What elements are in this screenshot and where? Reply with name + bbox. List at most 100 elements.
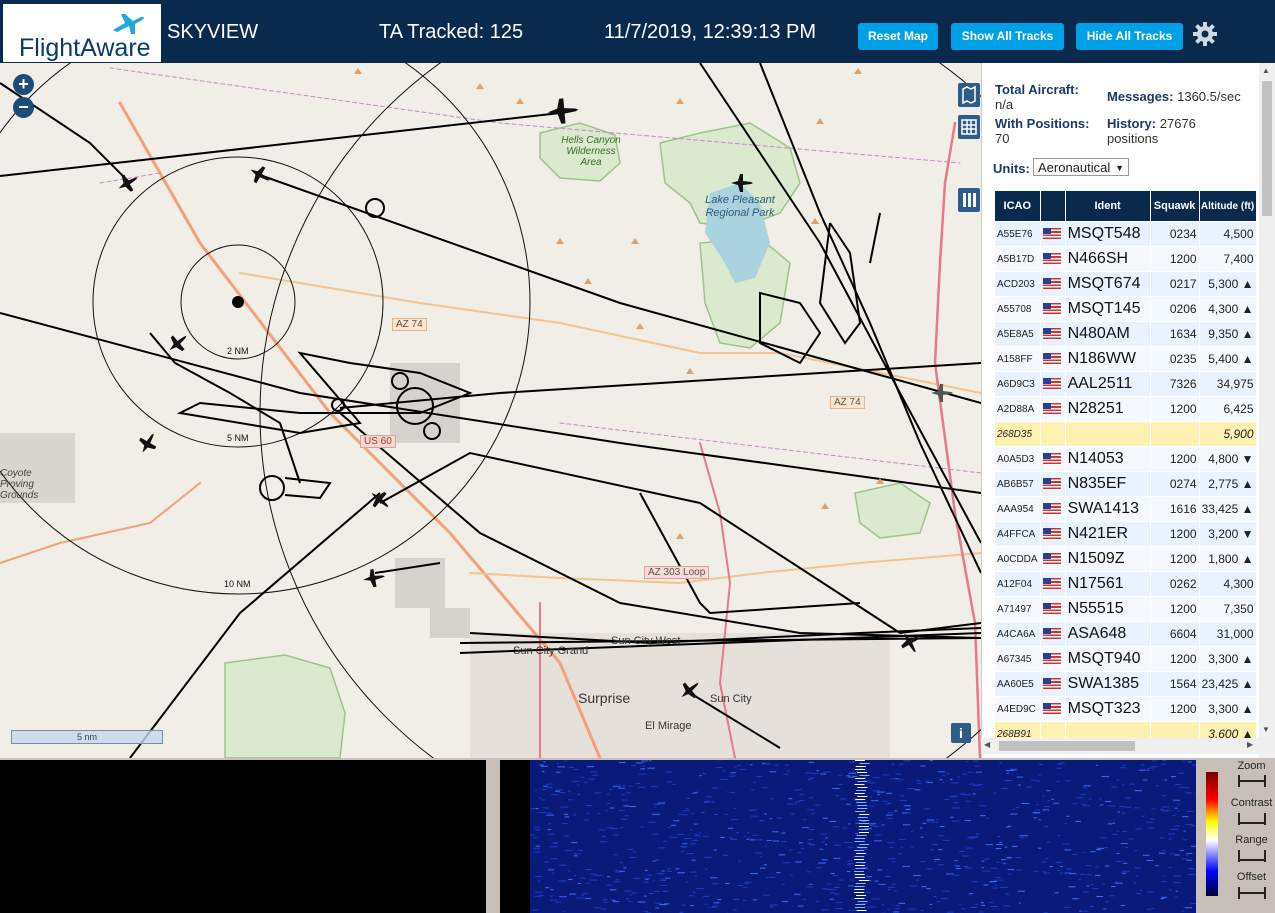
info-button[interactable]: i [951,723,971,743]
spectrum-area: Zoom Contrast Range Offset [0,758,1275,913]
contrast-slider-icon[interactable] [1237,813,1267,825]
col-altitude[interactable]: Altitude (ft) [1199,191,1256,221]
ident-cell: SWA1413 [1065,497,1150,521]
aircraft-row[interactable]: A4FFCA N421ER 1200 3,200 ▼ [995,522,1256,546]
aircraft-row[interactable]: A0CDDA N1509Z 1200 1,800 ▲ [995,547,1256,571]
map-layers-icon[interactable] [958,83,980,107]
altitude-cell: 2,775 ▲ [1199,472,1256,496]
altitude-cell: 4,300 [1199,572,1256,596]
country-flag-icon [1040,247,1065,271]
aircraft-row[interactable]: A4ED9C MSQT323 1200 3,300 ▲ [995,697,1256,721]
with-positions-label: With Positions: [995,116,1090,131]
panel-horizontal-scrollbar[interactable]: ◀ ▶ [981,738,1259,754]
aircraft-row[interactable]: AA60E5 SWA1385 1564 23,425 ▲ [995,672,1256,696]
hide-all-tracks-button[interactable]: Hide All Tracks [1076,23,1183,50]
hscrollbar-thumb[interactable] [999,741,1135,751]
ident-cell: MSQT323 [1065,697,1150,721]
icao-cell: A71497 [995,597,1040,621]
squawk-cell: 0262 [1150,572,1199,596]
ring-label-10nm: 10 NM [224,579,251,589]
history-label: History: [1107,116,1157,131]
icao-cell: AB6B57 [995,472,1040,496]
spectrum-plot[interactable] [0,760,486,913]
map-scale-bar: 5 nm [11,730,163,744]
aircraft-row[interactable]: A67345 MSQT940 1200 3,300 ▲ [995,647,1256,671]
units-select[interactable]: Aeronautical ▼ [1033,158,1129,176]
col-icao[interactable]: ICAO [995,191,1040,221]
show-all-tracks-button[interactable]: Show All Tracks [951,23,1064,50]
icao-cell: A5B17D [995,247,1040,271]
aircraft-row[interactable]: A12F04 N17561 0262 4,300 [995,572,1256,596]
col-ident[interactable]: Ident [1065,191,1150,221]
range-slider-icon[interactable] [1237,850,1267,862]
ident-cell: N55515 [1065,597,1150,621]
zoom-in-button[interactable]: + [13,74,34,95]
country-flag-icon [1040,297,1065,321]
icao-cell: A0A5D3 [995,447,1040,471]
offset-slider-icon[interactable] [1237,887,1267,899]
aircraft-row[interactable]: A158FF N186WW 0235 5,400 ▲ [995,347,1256,371]
history-stat: History: 27676 positions [1107,116,1242,146]
scroll-left-icon[interactable]: ◀ [984,740,990,749]
icao-cell: A4ED9C [995,697,1040,721]
scroll-up-icon[interactable]: ▲ [1262,66,1270,75]
aircraft-row[interactable]: A4CA6A ASA648 6604 31,000 [995,622,1256,646]
current-datetime: 11/7/2019, 12:39:13 PM [604,21,817,43]
altitude-cell: 33,425 ▲ [1199,497,1256,521]
aircraft-row[interactable]: A0A5D3 N14053 1200 4,800 ▼ [995,447,1256,471]
map-view[interactable]: Hells Canyon Wilderness Area Lake Pleasa… [0,63,981,758]
altitude-cell: 7,400 [1199,247,1256,271]
icao-cell: A55708 [995,297,1040,321]
altitude-cell: 4,800 ▼ [1199,447,1256,471]
surprise-label: Surprise [578,690,631,706]
grid-icon[interactable] [958,115,980,139]
country-flag-icon [1040,422,1065,446]
scroll-down-icon[interactable]: ▼ [1262,725,1270,734]
lake-label: Lake Pleasant Regional Park [705,194,775,219]
squawk-cell: 1200 [1150,247,1199,271]
settings-gear-icon[interactable] [1192,21,1218,47]
ident-cell: N14053 [1065,447,1150,471]
squawk-cell: 0235 [1150,347,1199,371]
scrollbar-thumb[interactable] [1262,81,1272,216]
zoom-slider-icon[interactable] [1237,775,1267,787]
country-flag-icon [1040,322,1065,346]
icao-cell: AAA954 [995,497,1040,521]
park-area-3 [224,654,346,758]
altitude-cell: 4,500 [1199,222,1256,246]
messages-value: 1360.5/sec [1177,89,1241,104]
col-squawk[interactable]: Squawk [1150,191,1199,221]
aircraft-row[interactable]: 268D35 5,900 [995,422,1256,446]
scroll-right-icon[interactable]: ▶ [1247,740,1253,749]
icao-cell: AA60E5 [995,672,1040,696]
aircraft-row[interactable]: A2D88A N28251 1200 6,425 [995,397,1256,421]
waterfall-canvas [530,760,1196,913]
aircraft-row[interactable]: A6D9C3 AAL2511 7326 34,975 [995,372,1256,396]
zoom-out-button[interactable]: − [13,97,34,118]
country-flag-icon [1040,547,1065,571]
flightaware-logo[interactable]: FlightAware [3,4,161,62]
columns-icon[interactable] [958,188,980,212]
aircraft-row[interactable]: A5E8A5 N480AM 1634 9,350 ▲ [995,322,1256,346]
waterfall-display[interactable] [500,760,1196,913]
icao-cell: A4FFCA [995,522,1040,546]
panel-vertical-scrollbar[interactable]: ▲ ▼ [1259,63,1275,758]
aircraft-row[interactable]: AAA954 SWA1413 1616 33,425 ▲ [995,497,1256,521]
reset-map-button[interactable]: Reset Map [858,23,938,50]
us-flag-icon [1042,703,1061,715]
icao-cell: A2D88A [995,397,1040,421]
ident-cell: N421ER [1065,522,1150,546]
aircraft-row[interactable]: A55E76 MSQT548 0234 4,500 [995,222,1256,246]
az303-label: AZ 303 Loop [644,566,710,579]
icao-cell: A4CA6A [995,622,1040,646]
col-flag[interactable] [1040,191,1065,221]
us-flag-icon [1042,253,1061,265]
aircraft-row[interactable]: A55708 MSQT145 0206 4,300 ▲ [995,297,1256,321]
aircraft-row[interactable]: AB6B57 N835EF 0274 2,775 ▲ [995,472,1256,496]
aircraft-row[interactable]: ACD203 MSQT674 0217 5,300 ▲ [995,272,1256,296]
aircraft-row[interactable]: A5B17D N466SH 1200 7,400 [995,247,1256,271]
range-control-label: Range [1235,834,1268,846]
total-aircraft-value: n/a [995,97,1014,112]
sun-city-west-label: Sun City West [611,635,681,647]
aircraft-row[interactable]: A71497 N55515 1200 7,350 [995,597,1256,621]
